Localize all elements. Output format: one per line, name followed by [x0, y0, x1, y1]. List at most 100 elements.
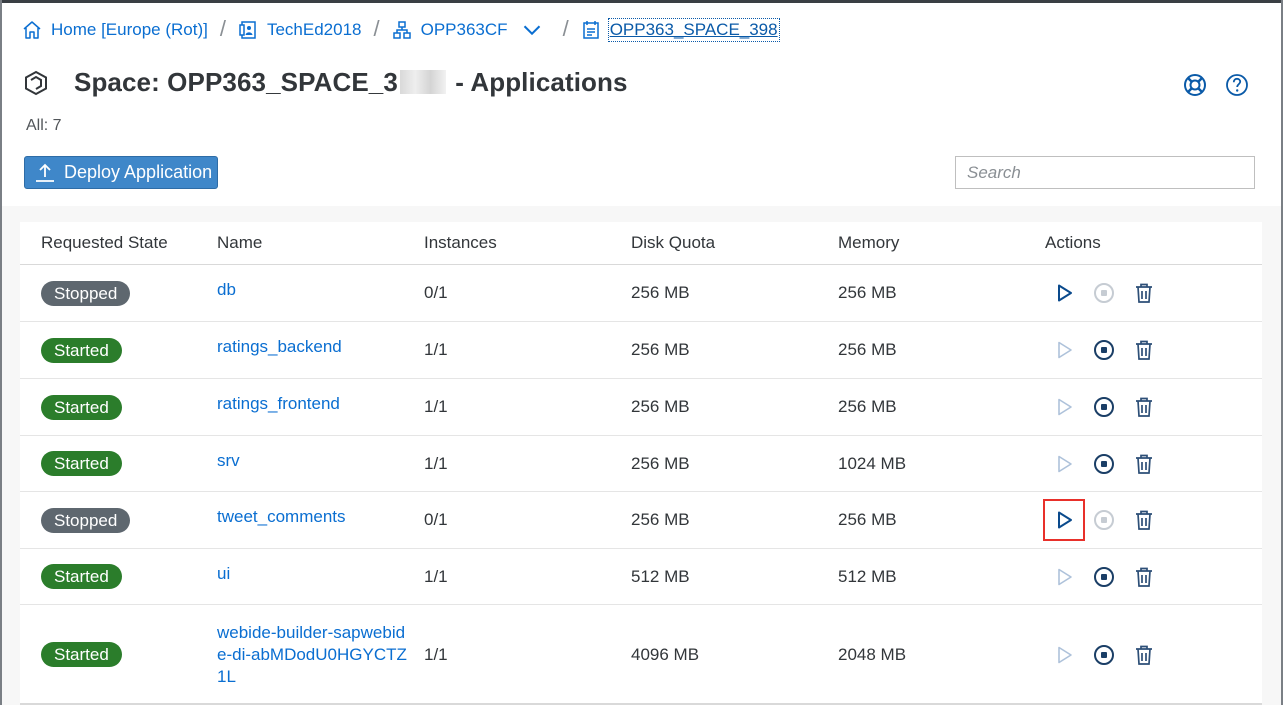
item-count: All: 7	[26, 117, 62, 134]
delete-button[interactable]	[1132, 565, 1156, 589]
space-icon	[582, 21, 599, 39]
status-badge: Started	[41, 564, 122, 589]
start-button[interactable]	[1043, 499, 1085, 541]
breadcrumb-space-label: OPP363_SPACE_398	[607, 18, 780, 42]
app-name-link[interactable]: ratings_backend	[217, 336, 424, 358]
play-icon	[1058, 646, 1072, 663]
memory-cell: 1024 MB	[838, 453, 907, 473]
stop-button[interactable]	[1092, 281, 1116, 305]
upload-icon	[36, 163, 54, 182]
start-button[interactable]	[1052, 281, 1076, 305]
app-name-link[interactable]: tweet_comments	[217, 506, 424, 528]
memory-cell: 256 MB	[838, 397, 897, 416]
column-header-requested-state[interactable]: Requested State	[20, 233, 217, 253]
status-badge: Started	[41, 451, 122, 476]
deploy-application-button[interactable]: Deploy Application	[24, 156, 218, 189]
breadcrumb-separator: /	[373, 16, 380, 41]
play-icon	[1058, 341, 1072, 359]
stop-icon	[1094, 453, 1114, 474]
status-badge: Stopped	[41, 280, 131, 306]
column-header-name[interactable]: Name	[217, 233, 424, 253]
page-title-prefix: Space: OPP363_SPACE_3	[74, 67, 398, 97]
column-header-disk-quota[interactable]: Disk Quota	[631, 233, 838, 253]
status-badge: Started	[41, 394, 122, 420]
redacted-region	[399, 70, 446, 94]
column-header-memory[interactable]: Memory	[838, 233, 1045, 253]
org-hierarchy-icon	[392, 21, 411, 39]
delete-button[interactable]	[1132, 643, 1156, 667]
app-name-link[interactable]: webide-builder-sapwebide-di-abMDodU0HGYC…	[217, 622, 407, 688]
row-actions	[1045, 643, 1262, 667]
memory-cell: 256 MB	[838, 283, 897, 302]
header-actions	[1183, 73, 1249, 97]
row-actions	[1045, 565, 1262, 589]
start-button[interactable]	[1052, 395, 1076, 419]
trash-icon	[1136, 567, 1152, 587]
table-row: Started webide-builder-sapwebide-di-abMD…	[20, 605, 1262, 704]
stop-icon	[1094, 340, 1114, 360]
app-name-link[interactable]: srv	[217, 450, 424, 472]
start-button[interactable]	[1052, 338, 1076, 362]
chevron-down-icon[interactable]	[522, 20, 542, 40]
stop-button[interactable]	[1092, 452, 1116, 476]
instances-cell: 1/1	[424, 644, 448, 664]
delete-button[interactable]	[1132, 281, 1156, 305]
stop-button[interactable]	[1092, 643, 1116, 667]
home-icon	[23, 21, 41, 39]
trash-icon	[1136, 510, 1152, 530]
disk-quota-cell: 256 MB	[631, 283, 690, 302]
instances-cell: 1/1	[424, 566, 448, 586]
stop-button[interactable]	[1092, 565, 1116, 589]
play-icon	[1058, 284, 1072, 302]
deploy-application-label: Deploy Application	[64, 162, 213, 182]
breadcrumb-org-label: OPP363CF	[420, 20, 508, 39]
delete-button[interactable]	[1132, 452, 1156, 476]
delete-button[interactable]	[1132, 395, 1156, 419]
breadcrumb-space[interactable]: OPP363_SPACE_398	[581, 18, 780, 42]
help-icon[interactable]	[1225, 73, 1249, 97]
memory-cell: 512 MB	[838, 566, 897, 586]
start-button[interactable]	[1052, 565, 1076, 589]
trash-icon	[1136, 454, 1152, 474]
stop-icon	[1094, 510, 1114, 530]
memory-cell: 256 MB	[838, 510, 897, 529]
stop-icon	[1094, 397, 1114, 417]
column-header-actions: Actions	[1045, 233, 1101, 252]
search-input[interactable]	[955, 156, 1255, 189]
breadcrumb-org[interactable]: OPP363CF	[392, 20, 551, 40]
app-name-link[interactable]: db	[217, 279, 424, 301]
app-name-link[interactable]: ui	[217, 563, 424, 585]
start-button[interactable]	[1052, 643, 1076, 667]
status-badge: Started	[41, 642, 122, 667]
breadcrumb-home[interactable]: Home [Europe (Rot)]	[22, 20, 208, 40]
app-name-link[interactable]: ratings_frontend	[217, 393, 424, 415]
delete-button[interactable]	[1132, 338, 1156, 362]
stop-button[interactable]	[1092, 338, 1116, 362]
page-title: Space: OPP363_SPACE_3 - Applications	[74, 67, 628, 98]
trash-icon	[1136, 397, 1152, 417]
memory-cell: 2048 MB	[838, 644, 907, 664]
table-row: Started ratings_backend 1/1 256 MB 256 M…	[20, 322, 1262, 379]
subaccount-icon	[239, 21, 256, 39]
applications-table: Requested State Name Instances Disk Quot…	[20, 222, 1262, 704]
disk-quota-cell: 256 MB	[631, 453, 690, 473]
disk-quota-cell: 4096 MB	[631, 644, 700, 664]
start-button[interactable]	[1052, 452, 1076, 476]
stop-icon	[1094, 644, 1114, 665]
table-row: Stopped tweet_comments 0/1 256 MB 256 MB	[20, 492, 1262, 549]
breadcrumb-subaccount[interactable]: TechEd2018	[238, 20, 362, 40]
instances-cell: 1/1	[424, 453, 448, 473]
table-row: Started srv 1/1 256 MB 1024 MB	[20, 436, 1262, 492]
trash-icon	[1136, 283, 1152, 303]
column-header-instances[interactable]: Instances	[424, 233, 631, 253]
delete-button[interactable]	[1132, 508, 1156, 532]
stop-button[interactable]	[1092, 508, 1116, 532]
play-icon	[1058, 568, 1072, 585]
instances-cell: 0/1	[424, 510, 448, 529]
row-actions	[1045, 395, 1262, 419]
instances-cell: 1/1	[424, 340, 448, 359]
stop-button[interactable]	[1092, 395, 1116, 419]
table-row: Stopped db 0/1 256 MB 256 MB	[20, 265, 1262, 322]
lifebuoy-icon[interactable]	[1183, 73, 1207, 97]
status-badge: Stopped	[41, 507, 131, 533]
